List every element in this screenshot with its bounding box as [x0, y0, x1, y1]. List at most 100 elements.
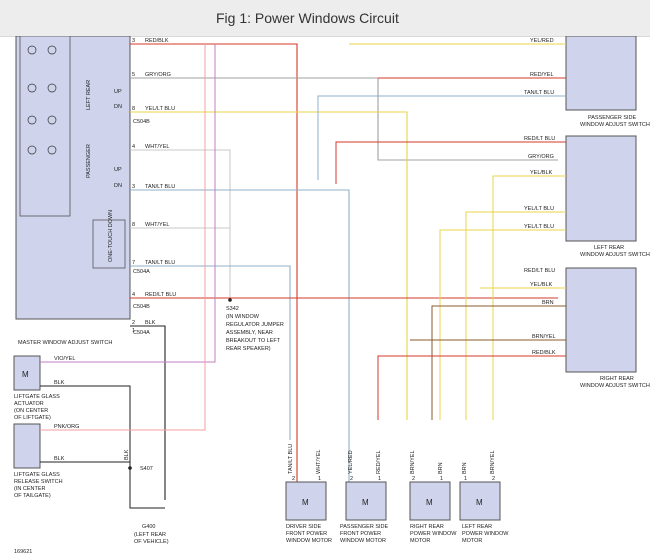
connector-label-1: C504A — [133, 269, 150, 275]
pin-label-7: 4 — [132, 292, 135, 298]
pin-label-3: 4 — [132, 144, 135, 150]
motor-2-pin-0: 2 — [412, 476, 415, 482]
motor-2-line-1: POWER WINDOW — [410, 531, 457, 537]
one-touch-label: ONE-TOUCH DOWN — [108, 210, 114, 262]
motor-3-wire-0: BRN — [462, 462, 468, 474]
rr-wire-label-1: YEL/BLK — [530, 282, 553, 288]
left-rear-switch-label-1: LEFT REAR — [594, 245, 624, 251]
master-passenger-label: PASSENGER — [86, 144, 92, 178]
wire-blk — [130, 325, 166, 500]
figure-title: Fig 1: Power Windows Circuit — [216, 10, 399, 26]
title-bar: Fig 1: Power Windows Circuit — [0, 0, 650, 37]
liftgate-actuator-line-2: (ON CENTER — [14, 408, 48, 414]
motor-3-line-2: MOTOR — [462, 538, 482, 544]
liftgate-actuator-wire-1: BLK — [54, 380, 65, 386]
passenger-wire-0: YEL/RED — [530, 38, 554, 44]
master-dn-1: DN — [114, 104, 122, 110]
s342-splice: S342 (IN WINDOW REGULATOR JUMPER ASSEMBL… — [226, 298, 284, 352]
wire-red-blk — [130, 43, 298, 520]
master-up-1: UP — [114, 89, 122, 95]
motor-2-line-2: MOTOR — [410, 538, 430, 544]
motor-0-wire-1: WHT/YEL — [316, 450, 322, 474]
s342-line-0: (IN WINDOW — [226, 314, 260, 320]
pin-label-6: 7 — [132, 260, 135, 266]
wire-label-3: WHT/YEL — [145, 144, 169, 150]
liftgate-actuator-line-3: OF LIFTGATE) — [14, 415, 51, 421]
wire-label-0: RED/BLK — [145, 38, 169, 44]
master-up-2: UP — [114, 167, 122, 173]
passenger-wire-1: RED/YEL — [530, 72, 554, 78]
motor-0-line-0: DRIVER SIDE — [286, 524, 321, 530]
rr-wire-2 — [431, 305, 566, 420]
liftgate-actuator-line-0: LIFTGATE GLASS — [14, 394, 60, 400]
motor-icon-0: M — [302, 498, 309, 507]
passenger-wire-2: TAN/LT BLU — [524, 90, 554, 96]
motor-1-wire-1: RED/YEL — [376, 450, 382, 474]
rr-wire-label-4: RED/BLK — [532, 350, 556, 356]
liftgate-switch-line-3: OF TAILGATE) — [14, 493, 51, 499]
master-dn-2: DN — [114, 183, 122, 189]
wire-label-2: YEL/LT BLU — [145, 106, 175, 112]
wire-label-8: BLK — [145, 320, 156, 326]
motor-1-pin-1: 1 — [378, 476, 381, 482]
motor-2-line-0: RIGHT REAR — [410, 524, 444, 530]
ground-g400: S407 G400 (LEFT REAR OF VEHICLE) BLK — [124, 449, 169, 545]
master-wires — [130, 43, 558, 520]
master-left-panel — [19, 36, 71, 217]
liftgate-switch-wire-1: BLK — [54, 456, 65, 462]
motor-1-wire-0: YEL/RED — [348, 450, 354, 474]
wire-label-5: WHT/YEL — [145, 222, 169, 228]
motor-0-pin-0: 2 — [292, 476, 295, 482]
s342-id: S342 — [226, 306, 239, 312]
connector-label-3: C504A — [133, 330, 150, 336]
wire-gry-org — [130, 77, 558, 161]
s342-line-4: REAR SPEAKER) — [226, 346, 271, 352]
s342-dot — [228, 298, 232, 302]
right-rear-switch: RIGHT REAR WINDOW ADJUST SWITCH RED/LT B… — [377, 267, 650, 420]
motor-0-line-2: WINDOW MOTOR — [286, 538, 332, 544]
pin-label-2: 8 — [132, 106, 135, 112]
passenger-switch-box — [565, 36, 637, 111]
rr-wire-4 — [377, 355, 566, 420]
wire-label-6: TAN/LT BLU — [145, 260, 175, 266]
motor-1-pin-0: 2 — [350, 476, 353, 482]
lr-wire-0 — [335, 141, 566, 184]
connector-label-2: C504B — [133, 304, 150, 310]
g400-line-1: OF VEHICLE) — [134, 539, 169, 545]
liftgate-actuator-wire-0: VIO/YEL — [54, 356, 75, 362]
pin-label-8: 2 — [132, 320, 135, 326]
s342-line-1: REGULATOR JUMPER — [226, 322, 284, 328]
liftgate-switch-line-1: RELEASE SWITCH — [14, 479, 63, 485]
right-rear-switch-label-2: WINDOW ADJUST SWITCH — [580, 383, 650, 389]
pin-label-1: 5 — [132, 72, 135, 78]
motor-icon-3: M — [476, 498, 483, 507]
pin-label-4: 3 — [132, 184, 135, 190]
liftgate-motor-icon: M — [22, 370, 29, 379]
liftgate-actuator-line-1: ACTUATOR — [14, 401, 44, 407]
pin-label-5: 8 — [132, 222, 135, 228]
motor-3-pin-0: 1 — [464, 476, 467, 482]
liftgate-switch-box — [13, 423, 41, 469]
motor-1-line-0: PASSENGER SIDE — [340, 524, 389, 530]
lr-wire-label-3: YEL/LT BLU — [524, 206, 554, 212]
motor-icon-2: M — [426, 498, 433, 507]
connector-label-0: C504B — [133, 119, 150, 125]
left-rear-switch-box — [565, 135, 637, 242]
wiring-diagram: LEFT REAR PASSENGER ONE-TOUCH DOWN UP DN… — [13, 36, 650, 555]
ground-wire — [129, 468, 165, 509]
master-wire-labels: RED/BLK GRY/ORG YEL/LT BLU WHT/YEL TAN/L… — [132, 38, 176, 336]
wire-label-7: RED/LT BLU — [145, 292, 176, 298]
passenger-switch-label-1: PASSENGER SIDE — [588, 115, 637, 121]
rr-wire-label-2: BRN — [542, 300, 554, 306]
motor-0-wire-0: TAN/LT BLU — [288, 444, 294, 474]
motor-1-line-1: FRONT POWER — [340, 531, 381, 537]
lr-wire-label-4: YEL/LT BLU — [524, 224, 554, 230]
lr-wire-label-1: GRY/ORG — [528, 154, 554, 160]
ground-blk-label: BLK — [124, 449, 130, 460]
lr-wire-label-2: YEL/BLK — [530, 170, 553, 176]
wire-label-1: GRY/ORG — [145, 72, 171, 78]
motor-0-line-1: FRONT POWER — [286, 531, 327, 537]
g400-label: G400 — [142, 524, 155, 530]
lr-wire-4 — [439, 229, 566, 420]
right-rear-switch-box — [565, 267, 637, 373]
